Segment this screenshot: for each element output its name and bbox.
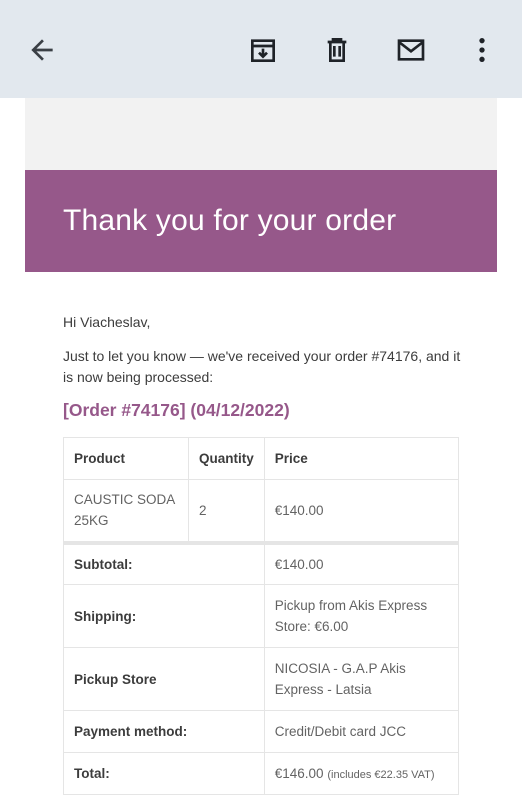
total-value: €146.00 — [274, 766, 324, 781]
email-banner: Thank you for your order — [25, 170, 497, 272]
payment-row: Payment method: Credit/Debit card JCC — [63, 710, 460, 753]
greeting: Hi Viacheslav, — [63, 314, 151, 330]
back-button[interactable] — [20, 28, 64, 72]
order-heading[interactable]: [Order #74176] (04/12/2022) — [63, 400, 290, 421]
archive-button[interactable] — [241, 28, 285, 72]
pickup-store-row: Pickup Store NICOSIA - G.A.P Akis Expres… — [63, 647, 460, 711]
app-bar — [0, 0, 522, 98]
table-row: CAUSTIC SODA 25KG 2 €140.00 — [63, 479, 460, 543]
subtotal-row: Subtotal: €140.00 — [63, 542, 460, 585]
more-options-button[interactable] — [460, 28, 504, 72]
trash-icon — [327, 38, 347, 62]
delete-button[interactable] — [315, 28, 359, 72]
payment-label: Payment method: — [63, 710, 265, 753]
subtotal-label: Subtotal: — [63, 542, 265, 585]
mark-unread-button[interactable] — [389, 28, 433, 72]
total-row: Total: €146.00 (includes €22.35 VAT) — [63, 752, 460, 795]
total-vat: (includes €22.35 VAT) — [327, 769, 435, 781]
subtotal-value: €140.00 — [263, 542, 460, 585]
total-label: Total: — [63, 752, 265, 795]
item-quantity: 2 — [188, 479, 265, 543]
pickup-store-value: NICOSIA - G.A.P Akis Express - Latsia — [263, 647, 460, 711]
intro-text: Just to let you know — we've received yo… — [63, 348, 461, 385]
header-quantity: Quantity — [188, 437, 265, 480]
table-header-row: Product Quantity Price — [63, 437, 460, 480]
item-product: CAUSTIC SODA 25KG — [63, 479, 189, 543]
shipping-value: Pickup from Akis Express Store: €6.00 — [263, 584, 460, 648]
email-content: Hi Viacheslav, Just to let you know — we… — [25, 272, 497, 800]
shipping-row: Shipping: Pickup from Akis Express Store… — [63, 584, 460, 648]
archive-icon — [251, 39, 275, 62]
order-table: Product Quantity Price CAUSTIC SODA 25KG… — [63, 437, 460, 795]
arrow-left-icon — [31, 39, 53, 61]
shipping-label: Shipping: — [63, 584, 265, 648]
more-vertical-icon — [479, 38, 485, 62]
header-price: Price — [263, 437, 460, 480]
header-product: Product — [63, 437, 189, 480]
banner-title: Thank you for your order — [63, 204, 397, 237]
envelope-icon — [397, 39, 425, 61]
item-price: €140.00 — [263, 479, 460, 543]
pickup-store-label: Pickup Store — [63, 647, 265, 711]
total-cell: €146.00 (includes €22.35 VAT) — [263, 752, 460, 795]
email-header-spacer — [25, 98, 497, 170]
payment-value: Credit/Debit card JCC — [263, 710, 460, 753]
